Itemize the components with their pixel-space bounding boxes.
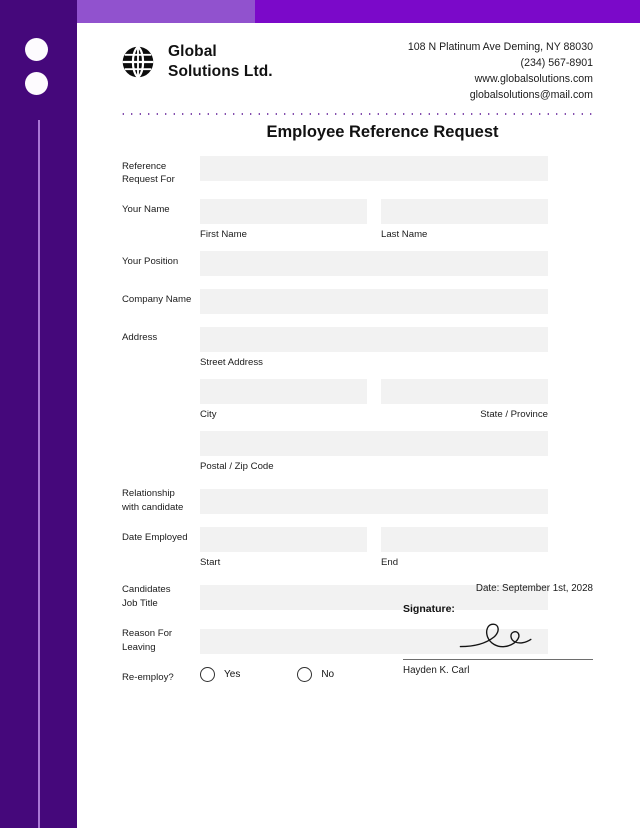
radio-yes-label: Yes bbox=[224, 669, 241, 681]
brand-name: Global Solutions Ltd. bbox=[168, 42, 273, 82]
label-candidates-job-title-line2: Job Title bbox=[122, 597, 158, 609]
page-title: Employee Reference Request bbox=[266, 123, 499, 141]
label-reference-request-for: Reference Request For bbox=[122, 161, 175, 186]
input-reference-request-for[interactable] bbox=[200, 156, 548, 181]
sublabel-date-start: Start bbox=[200, 557, 221, 569]
contact-phone: (234) 567-8901 bbox=[520, 57, 593, 70]
input-relationship[interactable] bbox=[200, 489, 548, 515]
radio-yes-icon[interactable] bbox=[200, 667, 215, 683]
radio-no-icon[interactable] bbox=[297, 667, 313, 683]
left-sidebar bbox=[0, 0, 77, 828]
signature-rule bbox=[403, 659, 593, 660]
field-row-company-name: Company Name bbox=[77, 289, 640, 315]
top-band-mid-purple bbox=[77, 0, 255, 23]
radio-option-no[interactable]: No bbox=[297, 667, 335, 683]
contact-website[interactable]: www.globalsolutions.com bbox=[408, 71, 593, 87]
handwritten-signature-icon bbox=[403, 615, 593, 659]
sublabel-street-address: Street Address bbox=[200, 357, 263, 369]
label-address: Address bbox=[122, 332, 158, 344]
field-row-date-employed: Date Employed Start End bbox=[77, 527, 640, 568]
sidebar-circle-bottom bbox=[25, 72, 48, 95]
label-candidates-job-title: Candidates Job Title bbox=[77, 579, 200, 609]
sublabel-postal-code: Postal / Zip Code bbox=[200, 461, 274, 473]
field-row-reference-request-for: Reference Request For bbox=[77, 156, 640, 186]
label-relationship: Relationship with candidate bbox=[77, 483, 200, 513]
input-first-name[interactable] bbox=[200, 199, 367, 225]
input-postal-code[interactable] bbox=[200, 431, 548, 457]
radio-no-label: No bbox=[321, 669, 335, 681]
letterhead-header: Global Solutions Ltd. 108 N Platinum Ave… bbox=[77, 23, 640, 108]
signature-title: Signature: bbox=[403, 603, 455, 615]
label-reason-for-leaving-line2: Leaving bbox=[122, 641, 156, 653]
globe-icon bbox=[121, 45, 155, 79]
sublabel-state: State / Province bbox=[480, 409, 548, 421]
brand-name-line1: Global bbox=[168, 43, 217, 60]
sidebar-circle-top bbox=[25, 38, 48, 61]
label-your-name: Your Name bbox=[122, 204, 170, 216]
sublabel-date-end: End bbox=[381, 557, 399, 569]
sidebar-vertical-line bbox=[38, 120, 40, 828]
input-street-address[interactable] bbox=[200, 327, 548, 353]
label-relationship-line2: with candidate bbox=[122, 501, 184, 513]
label-date-employed: Date Employed bbox=[122, 532, 188, 544]
input-date-start[interactable] bbox=[200, 527, 367, 553]
input-company-name[interactable] bbox=[200, 289, 548, 315]
sublabel-last-name: Last Name bbox=[381, 229, 428, 241]
sublabel-city: City bbox=[200, 409, 217, 421]
brand-block: Global Solutions Ltd. bbox=[121, 42, 273, 82]
input-state[interactable] bbox=[381, 379, 548, 405]
dotted-divider bbox=[119, 113, 592, 115]
label-relationship-line1: Relationship bbox=[122, 488, 175, 500]
label-your-position: Your Position bbox=[122, 256, 179, 268]
top-band-bright-purple bbox=[255, 0, 640, 23]
input-date-end[interactable] bbox=[381, 527, 548, 553]
brand-name-line2: Solutions Ltd. bbox=[168, 63, 273, 81]
contact-email[interactable]: globalsolutions@mail.com bbox=[408, 87, 593, 103]
field-row-relationship: Relationship with candidate bbox=[77, 483, 640, 515]
contact-address: 108 N Platinum Ave Deming, NY 88030 bbox=[407, 41, 593, 53]
radio-option-yes[interactable]: Yes bbox=[200, 667, 241, 683]
contact-info: 108 N Platinum Ave Deming, NY 88030 (234… bbox=[408, 39, 593, 103]
label-company-name: Company Name bbox=[122, 294, 192, 306]
input-your-position[interactable] bbox=[200, 251, 548, 277]
label-reason-for-leaving: Reason For Leaving bbox=[77, 623, 200, 653]
signature-date: Date: September 1st, 2028 bbox=[475, 583, 593, 594]
field-row-your-name: Your Name First Name Last Name bbox=[77, 199, 640, 240]
document-page: Global Solutions Ltd. 108 N Platinum Ave… bbox=[0, 0, 640, 828]
label-re-employ: Re-employ? bbox=[122, 672, 174, 684]
input-last-name[interactable] bbox=[381, 199, 548, 225]
label-candidates-job-title-line1: Candidates bbox=[122, 584, 171, 596]
sublabel-first-name: First Name bbox=[200, 229, 247, 241]
input-city[interactable] bbox=[200, 379, 367, 405]
signature-block: Date: September 1st, 2028 Signature: Hay… bbox=[403, 583, 593, 676]
label-reason-for-leaving-line1: Reason For bbox=[122, 628, 173, 640]
top-color-bands bbox=[0, 0, 640, 23]
signature-name: Hayden K. Carl bbox=[403, 665, 470, 676]
content-area: Global Solutions Ltd. 108 N Platinum Ave… bbox=[77, 23, 640, 828]
field-row-your-position: Your Position bbox=[77, 251, 640, 277]
field-row-address: Address Street Address City State / Prov… bbox=[77, 327, 640, 472]
